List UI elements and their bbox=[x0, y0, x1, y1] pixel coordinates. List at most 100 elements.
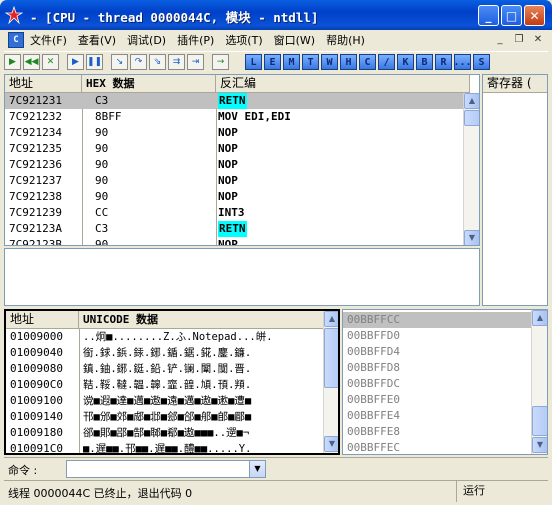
maximize-button[interactable]: □ bbox=[501, 5, 522, 26]
disasm-address-header[interactable]: 地址 bbox=[5, 75, 82, 93]
scroll-down-icon[interactable]: ▼ bbox=[464, 230, 479, 245]
stack-row[interactable]: 00BBFFE8 bbox=[343, 424, 531, 440]
run-trace-button[interactable]: ... bbox=[453, 54, 472, 70]
log-window-button[interactable]: L bbox=[245, 54, 262, 70]
disasm-row[interactable]: 7C921239 CC INT3 bbox=[5, 205, 463, 221]
dump-scrollbar[interactable]: ▲ ▼ bbox=[323, 311, 338, 453]
chevron-down-icon[interactable]: ▼ bbox=[249, 461, 265, 477]
patches-window-button[interactable]: / bbox=[378, 54, 395, 70]
menu-options[interactable]: 选项(T) bbox=[225, 32, 262, 48]
stack-row[interactable]: 00BBFFD8 bbox=[343, 360, 531, 376]
memory-window-button[interactable]: M bbox=[283, 54, 300, 70]
goto-icon[interactable]: → bbox=[212, 54, 229, 70]
stack-address: 00BBFFDC bbox=[347, 377, 400, 390]
pause-icon[interactable]: ❚❚ bbox=[86, 54, 103, 70]
modules-window-button[interactable]: E bbox=[264, 54, 281, 70]
menu-debug[interactable]: 调试(D) bbox=[127, 32, 166, 48]
dump-pane[interactable]: 地址 UNICODE 数据 01009000 ..炯■........Z.ふ.No… bbox=[4, 309, 340, 455]
mdi-close-icon[interactable]: ✕ bbox=[530, 32, 546, 47]
close-button[interactable]: ✕ bbox=[524, 5, 545, 26]
disasm-row[interactable]: 7C921234 90 NOP bbox=[5, 125, 463, 141]
scroll-thumb[interactable] bbox=[532, 406, 547, 436]
dump-row[interactable]: 01009040 銜.銶.鋲.銾.鋣.鍎.鋸.錵.鏖.鐮. bbox=[6, 345, 323, 361]
dump-row[interactable]: 01009140 邗■邠■郊■郕■邶■郐■郃■郍■郋■郿■ bbox=[6, 409, 323, 425]
open-icon[interactable]: ▶ bbox=[4, 54, 21, 70]
menu-help[interactable]: 帮助(H) bbox=[326, 32, 365, 48]
scroll-thumb[interactable] bbox=[464, 110, 479, 126]
stack-pane[interactable]: 00BBFFCC 00BBFFD0 00BBFFD4 00BBFFD8 00BBFFDC… bbox=[342, 309, 548, 455]
stack-row[interactable]: 00BBFFD4 bbox=[343, 344, 531, 360]
registers-pane[interactable]: 寄存器 ( bbox=[482, 74, 548, 306]
stack-row[interactable]: 00BBFFCC bbox=[343, 312, 531, 328]
disasm-row[interactable]: 7C921237 90 NOP bbox=[5, 173, 463, 189]
registers-header[interactable]: 寄存器 ( bbox=[483, 75, 547, 93]
disasm-row[interactable]: 7C92123A C3 RETN bbox=[5, 221, 463, 237]
disasm-scrollbar[interactable]: ▲ ▼ bbox=[463, 93, 479, 245]
trace-into-icon[interactable]: ⇘ bbox=[149, 54, 166, 70]
minimize-button[interactable]: _ bbox=[478, 5, 499, 26]
disasm-row[interactable]: 7C92123B 90 NOP bbox=[5, 237, 463, 246]
breakpoints-button[interactable]: B bbox=[416, 54, 433, 70]
cpu-window-icon[interactable]: C bbox=[8, 32, 24, 48]
stack-row[interactable]: 00BBFFE4 bbox=[343, 408, 531, 424]
menu-window[interactable]: 窗口(W) bbox=[274, 32, 315, 48]
dump-address-header[interactable]: 地址 bbox=[6, 311, 79, 329]
disassembly-pane[interactable]: 地址 HEX 数据 反汇编 7C921231 C3 RETN 7C921232 8BFF… bbox=[4, 74, 480, 246]
execute-till-return-icon[interactable]: ⇥ bbox=[187, 54, 204, 70]
windows-window-button[interactable]: W bbox=[321, 54, 338, 70]
disasm-row[interactable]: 7C921235 90 NOP bbox=[5, 141, 463, 157]
dump-row[interactable]: 01009080 鎮.鈾.鋣.鋌.鉛.铲.镧.闈.闃.晋. bbox=[6, 361, 323, 377]
stack-row[interactable]: 00BBFFE0 bbox=[343, 392, 531, 408]
stack-row[interactable]: 00BBFFD0 bbox=[343, 328, 531, 344]
disasm-row[interactable]: 7C921238 90 NOP bbox=[5, 189, 463, 205]
references-button[interactable]: R bbox=[435, 54, 452, 70]
dump-row[interactable]: 01009180 郤■郥■郘■郜■郰■郩■遨■■■..遻■¬ bbox=[6, 425, 323, 441]
disasm-row[interactable]: 7C921231 C3 RETN bbox=[5, 93, 463, 109]
disasm-instruction: NOP bbox=[218, 126, 238, 139]
dump-row[interactable]: 010091C0 ■.遅■■.邗■■.遅■■.醴■■.....Y. bbox=[6, 441, 323, 453]
scroll-up-icon[interactable]: ▲ bbox=[464, 93, 479, 109]
trace-over-icon[interactable]: ⇉ bbox=[168, 54, 185, 70]
menu-file[interactable]: 文件(F) bbox=[30, 32, 67, 48]
source-button[interactable]: S bbox=[473, 54, 490, 70]
command-input[interactable]: ▼ bbox=[66, 460, 266, 478]
menu-view[interactable]: 查看(V) bbox=[78, 32, 116, 48]
scroll-thumb[interactable] bbox=[324, 328, 338, 388]
stack-row[interactable]: 00BBFFDC bbox=[343, 376, 531, 392]
dump-unicode-text: 谠■遐■達■邁■遨■遠■邁■遨■遬■遭■ bbox=[83, 395, 252, 407]
dump-address: 01009180 bbox=[10, 426, 63, 439]
handles-window-button[interactable]: H bbox=[340, 54, 357, 70]
terminate-icon[interactable]: ✕ bbox=[42, 54, 59, 70]
dump-row[interactable]: 01009000 ..炯■........Z.ふ.Notepad...皏. bbox=[6, 329, 323, 345]
disasm-row[interactable]: 7C921232 8BFF MOV EDI,EDI bbox=[5, 109, 463, 125]
scroll-down-icon[interactable]: ▼ bbox=[324, 436, 338, 452]
disasm-hex: 90 bbox=[95, 142, 109, 155]
scroll-up-icon[interactable]: ▲ bbox=[324, 311, 338, 327]
stack-scrollbar[interactable]: ▲ ▼ bbox=[531, 310, 547, 454]
threads-window-button[interactable]: T bbox=[302, 54, 319, 70]
call-stack-button[interactable]: K bbox=[397, 54, 414, 70]
dump-row[interactable]: 010090C0 鞊.鞖.韃.韞.韟.韲.韹.頄.頇.頖. bbox=[6, 377, 323, 393]
disasm-code-header[interactable]: 反汇编 bbox=[216, 75, 470, 93]
restart-icon[interactable]: ◀◀ bbox=[23, 54, 40, 70]
mdi-minimize-icon[interactable]: _ bbox=[492, 32, 508, 47]
dump-row[interactable]: 01009100 谠■遐■達■邁■遨■遠■邁■遨■遬■遭■ bbox=[6, 393, 323, 409]
step-over-icon[interactable]: ↷ bbox=[130, 54, 147, 70]
disasm-address: 7C921237 bbox=[9, 174, 62, 187]
disasm-row[interactable]: 7C921236 90 NOP bbox=[5, 157, 463, 173]
disasm-instruction: NOP bbox=[218, 238, 238, 246]
disasm-address: 7C921234 bbox=[9, 126, 62, 139]
cpu-window-button[interactable]: C bbox=[359, 54, 376, 70]
step-into-icon[interactable]: ↘ bbox=[111, 54, 128, 70]
dump-unicode-header[interactable]: UNICODE 数据 bbox=[79, 311, 324, 329]
disasm-instruction: NOP bbox=[218, 158, 238, 171]
mdi-restore-icon[interactable]: ❐ bbox=[511, 32, 527, 47]
menu-plugins[interactable]: 插件(P) bbox=[177, 32, 214, 48]
scroll-up-icon[interactable]: ▲ bbox=[532, 310, 547, 326]
ollydbg-app-icon bbox=[5, 6, 23, 24]
disasm-hex-header[interactable]: HEX 数据 bbox=[82, 75, 216, 93]
run-icon[interactable]: ▶ bbox=[67, 54, 84, 70]
scroll-down-icon[interactable]: ▼ bbox=[532, 437, 547, 453]
stack-row[interactable]: 00BBFFEC bbox=[343, 440, 531, 454]
title-bar[interactable]: - [CPU - thread 0000044C, 模块 - ntdll] _ … bbox=[0, 0, 552, 30]
